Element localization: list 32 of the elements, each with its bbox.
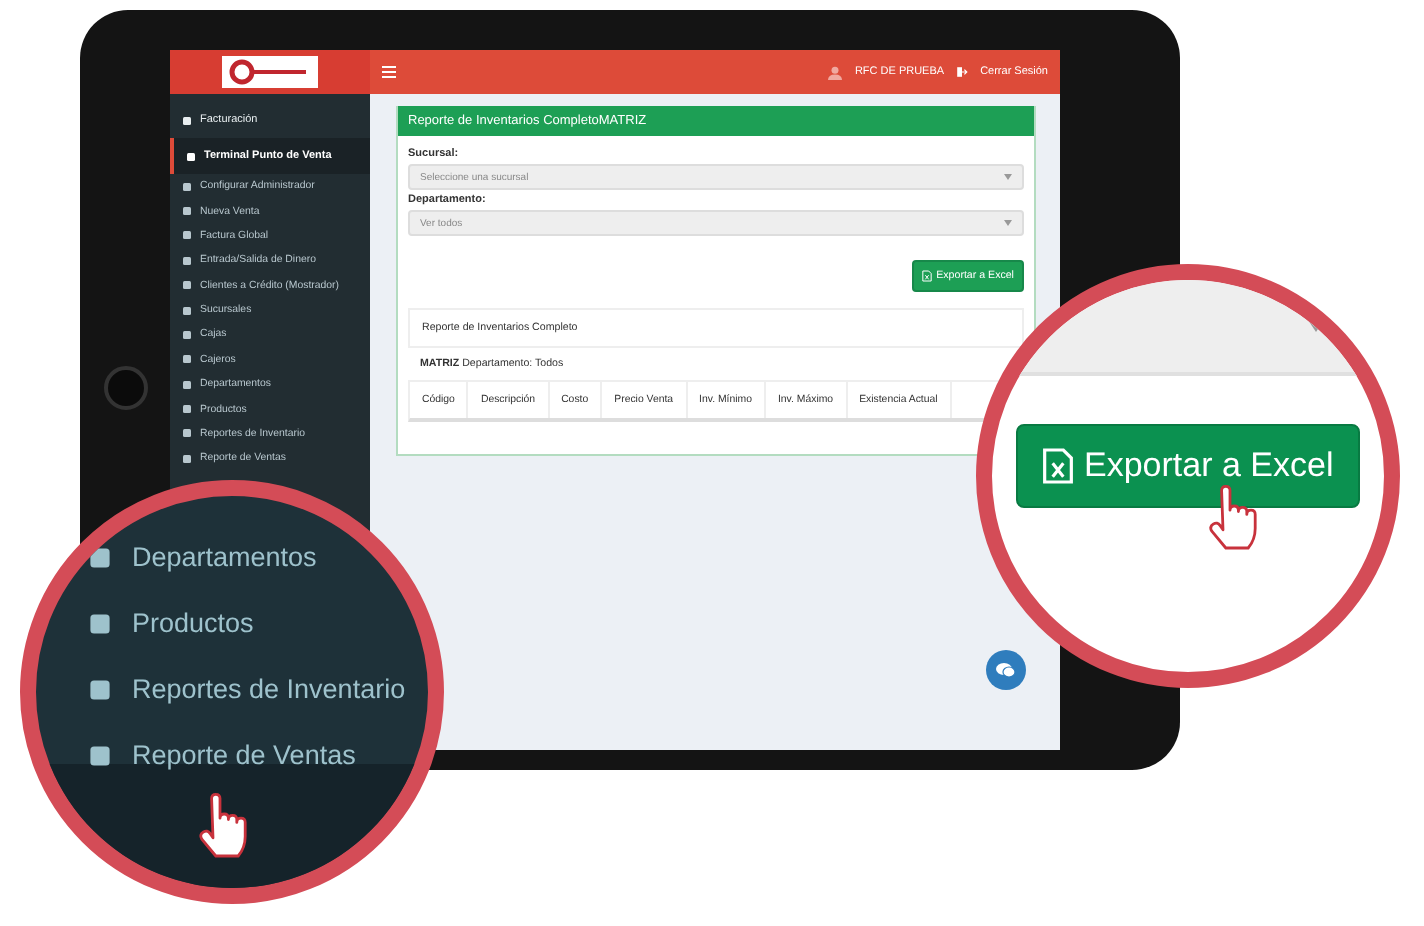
square-icon (182, 428, 192, 439)
sidebar-item[interactable]: Productos (88, 590, 428, 656)
square-icon (88, 743, 112, 767)
speech-bubbles-icon (996, 662, 1016, 678)
user-icon (828, 65, 843, 79)
sidebar-item[interactable]: Reporte de Ventas (88, 722, 428, 788)
spreadsheet-file-icon (922, 270, 933, 282)
sidebar-item[interactable]: Reportes de Inventario (88, 656, 428, 722)
square-icon (182, 404, 192, 415)
square-icon (182, 329, 192, 340)
square-icon (182, 354, 192, 365)
export-button[interactable]: Exportar a Excel (1016, 424, 1360, 508)
square-icon (182, 206, 192, 217)
square-icon (182, 181, 192, 192)
logo-drawing (222, 56, 318, 88)
caret-icon (1004, 174, 1012, 180)
square-icon (182, 305, 192, 316)
menu-icon[interactable] (382, 66, 396, 78)
square-icon (186, 151, 196, 161)
square-icon (182, 255, 192, 266)
square-icon (88, 545, 112, 569)
square-icon (182, 379, 192, 390)
caret-icon (1004, 220, 1012, 226)
square-icon (88, 611, 112, 635)
square-icon (182, 115, 192, 125)
square-icon (182, 280, 192, 291)
square-icon (182, 453, 192, 464)
square-icon (182, 230, 192, 241)
sidebar-item[interactable]: Departamentos (88, 524, 428, 590)
spreadsheet-file-icon (1042, 446, 1074, 486)
square-icon (88, 677, 112, 701)
logout-icon (956, 66, 969, 78)
